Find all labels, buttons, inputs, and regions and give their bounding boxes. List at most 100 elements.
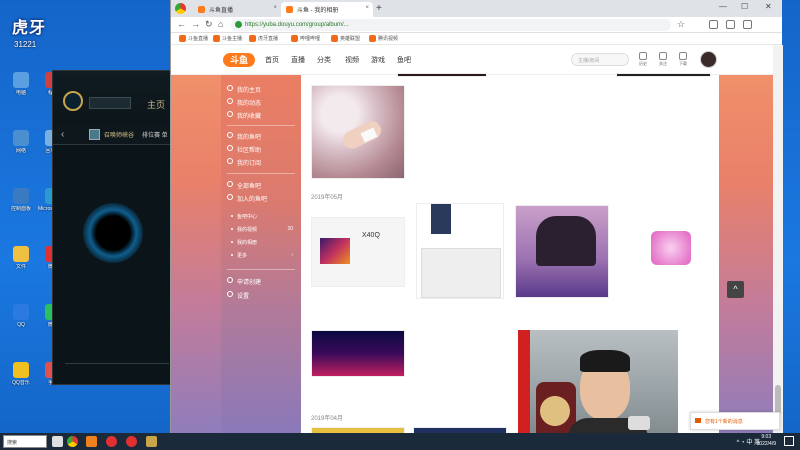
- bookmark-item[interactable]: 哔哩哔哩: [291, 35, 320, 42]
- app-icon: [13, 362, 29, 378]
- game-home-tab[interactable]: 主页: [147, 98, 165, 111]
- scrollbar[interactable]: [773, 45, 783, 433]
- sidebar-item-settings[interactable]: 设置: [227, 291, 249, 300]
- weibo-taskbar-icon[interactable]: [106, 436, 117, 447]
- sidebar-subitem[interactable]: 鱼吧中心: [231, 213, 257, 220]
- bookmark-item[interactable]: 斗鱼主播: [213, 35, 242, 42]
- app-icon: [13, 188, 29, 204]
- sidebar-subitem[interactable]: 我的相册: [231, 239, 257, 246]
- history-button[interactable]: 历史: [635, 52, 651, 67]
- sidebar-item-joined[interactable]: 加入的鱼吧: [227, 194, 267, 203]
- desktop-icon-label: 电脑: [15, 90, 26, 96]
- nav-video[interactable]: 视频: [345, 55, 359, 65]
- album-photo[interactable]: [515, 205, 609, 298]
- album-photo[interactable]: [616, 73, 711, 77]
- desktop-icon[interactable]: QQ音乐: [6, 362, 36, 386]
- desktop-icon-label: QQ音乐: [12, 380, 30, 386]
- bookmark-star-icon[interactable]: ☆: [677, 19, 685, 30]
- game-chat-bar[interactable]: [65, 363, 169, 377]
- tab-close-icon[interactable]: ×: [365, 5, 369, 11]
- brand-subtitle: 31221: [14, 40, 37, 49]
- bookmark-item[interactable]: 腾讯视频: [369, 35, 398, 42]
- sidebar-item-all-yuba[interactable]: 全部鱼吧: [227, 181, 261, 190]
- url-input[interactable]: https://yuba.douyu.com/group/album/...: [231, 19, 671, 31]
- game-search-field[interactable]: [89, 97, 131, 109]
- home-icon[interactable]: ⌂: [218, 19, 223, 29]
- close-window-icon[interactable]: ✕: [765, 2, 772, 11]
- task-view-icon[interactable]: [52, 436, 63, 447]
- album-photo[interactable]: X40Q: [311, 217, 405, 287]
- bookmarks-bar: 斗鱼直播 斗鱼主播 虎牙直播 哔哩哔哩 英雄联盟 腾讯视频: [171, 33, 782, 45]
- back-icon[interactable]: ‹: [61, 129, 64, 140]
- tab-close-icon[interactable]: ×: [273, 5, 277, 11]
- sidebar-item-subscribe[interactable]: 我的订阅: [227, 158, 261, 167]
- follow-button[interactable]: 关注: [655, 52, 671, 67]
- sidebar-item-label: 申请创建: [237, 280, 262, 286]
- sidebar-subitem[interactable]: 更多: [231, 252, 247, 259]
- nav-live[interactable]: 直播: [291, 55, 305, 65]
- desktop-icon[interactable]: 控制面板: [6, 188, 36, 212]
- nav-category[interactable]: 分类: [317, 55, 331, 65]
- album-photo[interactable]: [311, 330, 405, 377]
- game-queue-label: 排位赛 单: [142, 133, 168, 139]
- taskbar-search-input[interactable]: 搜索: [3, 435, 47, 448]
- photo-detail: [431, 204, 451, 234]
- photo-detail: [526, 276, 600, 290]
- album-photo[interactable]: [621, 207, 716, 299]
- sidebar-item-feed[interactable]: 我的动态: [227, 98, 261, 107]
- game-taskbar-icon[interactable]: [146, 436, 157, 447]
- desktop-icon[interactable]: 电脑: [6, 72, 36, 96]
- menu-icon[interactable]: [743, 20, 752, 29]
- browser-logo-icon[interactable]: [175, 3, 186, 14]
- notification-center-icon[interactable]: [784, 436, 794, 446]
- site-logo[interactable]: 斗鱼: [223, 53, 255, 67]
- nav-game[interactable]: 游戏: [371, 55, 385, 65]
- extensions-icon[interactable]: [709, 20, 718, 29]
- weibo-taskbar-icon[interactable]: [126, 436, 137, 447]
- app-taskbar-icon[interactable]: [86, 436, 97, 447]
- reload-icon[interactable]: ↻: [205, 19, 213, 30]
- game-logo-icon[interactable]: [63, 91, 83, 111]
- desktop-icon-label: 控制面板: [10, 206, 31, 212]
- bookmark-item[interactable]: 斗鱼直播: [179, 35, 208, 42]
- minimize-icon[interactable]: —: [719, 2, 727, 11]
- bookmark-item[interactable]: 英雄联盟: [331, 35, 360, 42]
- clock-date: 2022/4/9: [756, 441, 776, 447]
- new-tab-button[interactable]: +: [376, 3, 382, 14]
- apps-grid-icon[interactable]: [726, 20, 735, 29]
- forward-arrow-icon[interactable]: →: [191, 19, 200, 29]
- clock-time: 9:03: [761, 434, 772, 440]
- tab-douyu-live[interactable]: 斗鱼直播 ×: [193, 2, 281, 17]
- back-arrow-icon[interactable]: ←: [177, 19, 186, 29]
- taskbar: 搜索 ^ ◔ 中 英 9:03 2022/4/9: [0, 433, 800, 450]
- sidebar-item-help[interactable]: 社区帮助: [227, 145, 261, 154]
- nav-home[interactable]: 首页: [265, 55, 279, 65]
- message-notification[interactable]: 您有1个新的消息: [690, 412, 780, 430]
- clock[interactable]: 9:03 2022/4/9: [757, 434, 776, 448]
- scroll-to-top-button[interactable]: ^: [727, 281, 744, 298]
- desktop-icon[interactable]: 网络: [6, 130, 36, 154]
- game-portal-image: [83, 203, 143, 263]
- desktop-icon[interactable]: 文件: [6, 246, 36, 270]
- browser-taskbar-icon[interactable]: [67, 436, 78, 447]
- album-photo[interactable]: [311, 85, 405, 179]
- tab-douyu-album[interactable]: 斗鱼 - 我的相册 ×: [281, 2, 373, 17]
- sidebar-item-create[interactable]: 申请创建: [227, 277, 261, 286]
- avatar[interactable]: [700, 51, 717, 68]
- tab-title: 斗鱼直播: [209, 8, 234, 14]
- game-client-window: 主页 ‹ 召唤师峡谷 排位赛 单: [52, 70, 172, 385]
- sidebar-item-my-yuba[interactable]: 我的鱼吧: [227, 132, 261, 141]
- site-search-input[interactable]: 主播/房间: [571, 53, 629, 66]
- nav-yuba[interactable]: 鱼吧: [397, 55, 411, 65]
- follow-label: 关注: [659, 61, 667, 66]
- sidebar-subitem[interactable]: 我的视频: [231, 226, 257, 233]
- maximize-icon[interactable]: ☐: [741, 2, 748, 11]
- album-photo[interactable]: [416, 203, 504, 299]
- download-button[interactable]: 下载: [675, 52, 691, 67]
- desktop-icon[interactable]: QQ: [6, 304, 36, 328]
- bookmark-item[interactable]: 虎牙直播: [249, 35, 278, 42]
- scrollbar-thumb[interactable]: [775, 385, 781, 415]
- album-photo[interactable]: [397, 73, 487, 77]
- sidebar-item-favorites[interactable]: 我的收藏: [227, 111, 261, 120]
- sidebar-item-home[interactable]: 我的主页: [227, 85, 261, 94]
